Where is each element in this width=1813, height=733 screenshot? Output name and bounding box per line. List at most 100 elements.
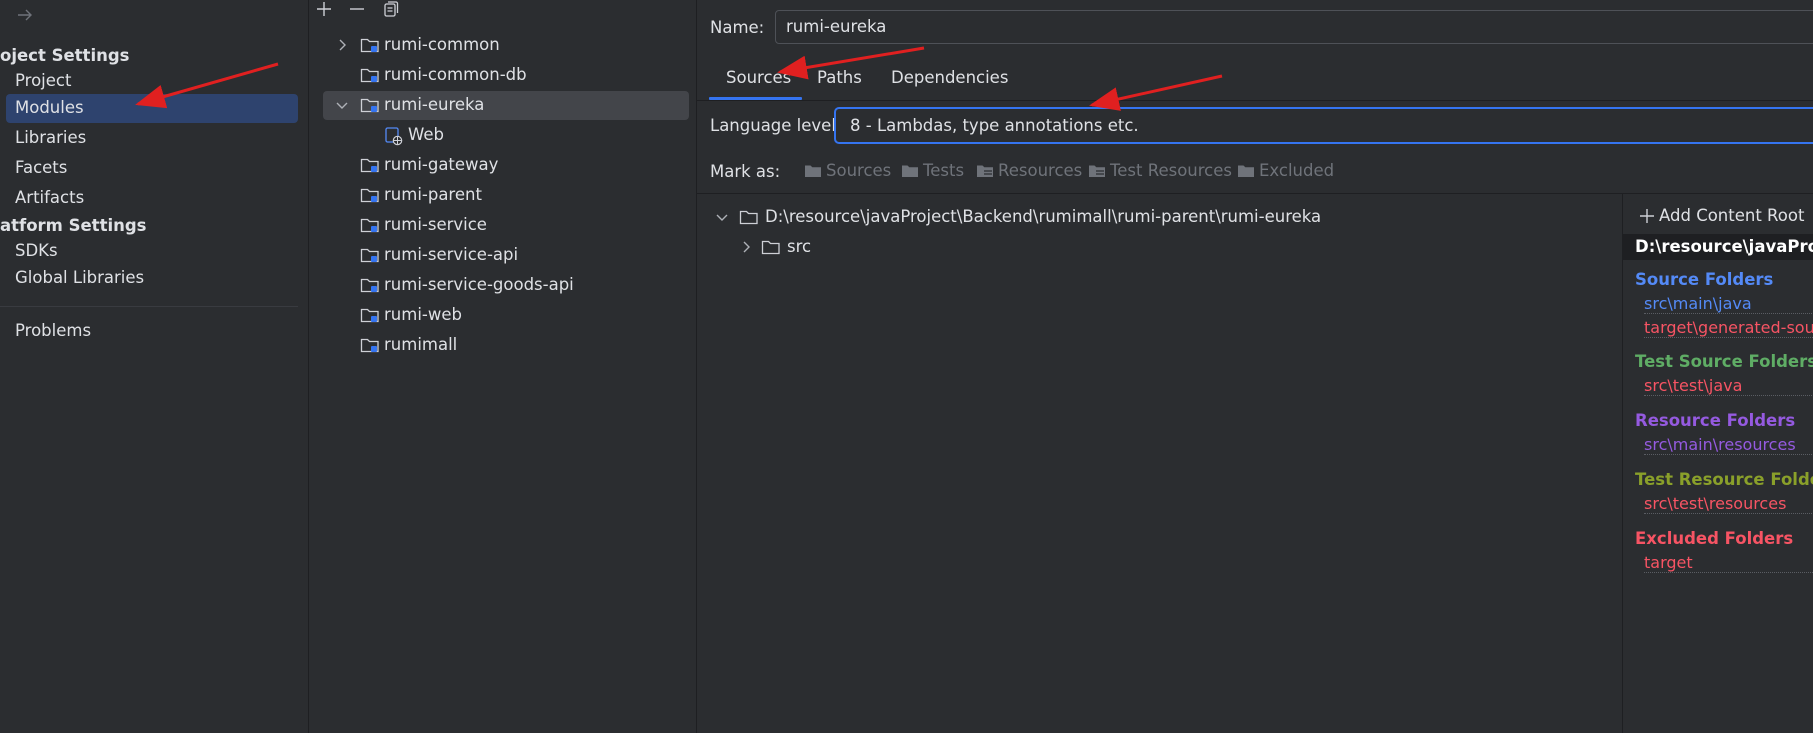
content-root-row[interactable]: D:\resource\javaProject\Backend\rumimall… xyxy=(715,203,1615,231)
tree-row-rumi-web[interactable]: rumi-web xyxy=(323,301,689,330)
tree-row-label: rumi-eureka xyxy=(384,95,485,114)
content-roots-pane: Add Content Root D:\resource\javaProje S… xyxy=(1622,194,1813,733)
folder-icon xyxy=(901,163,919,179)
content-root-header-path: D:\resource\javaProje xyxy=(1635,237,1813,256)
chevron-down-icon[interactable] xyxy=(335,98,349,112)
nav-item-global-libraries[interactable]: Global Libraries xyxy=(6,264,298,293)
module-folder-icon xyxy=(360,336,380,354)
plus-icon[interactable] xyxy=(315,0,333,18)
nav-item-label: Project xyxy=(15,71,72,90)
chevron-right-icon[interactable] xyxy=(335,38,349,52)
nav-item-project[interactable]: Project xyxy=(6,67,298,96)
tree-row-rumi-service-goods-api[interactable]: rumi-service-goods-api xyxy=(323,271,689,300)
nav-item-label: Artifacts xyxy=(15,188,85,207)
mark-as-label-text: Resources xyxy=(998,161,1083,180)
tab-dependencies[interactable]: Dependencies xyxy=(891,68,1008,87)
mark-as-label-text: Tests xyxy=(923,161,965,180)
folder-path: src\test\resources xyxy=(1644,494,1787,513)
content-child-label: src xyxy=(787,237,812,256)
tree-row-label: rumi-service-api xyxy=(384,245,519,264)
module-details-pane: Name: rumi-eureka Sources Paths Dependen… xyxy=(697,0,1813,733)
test-resource-folders-header: Test Resource Folders xyxy=(1635,470,1813,489)
tree-row-rumi-common[interactable]: rumi-common xyxy=(323,31,689,60)
module-folder-icon xyxy=(360,216,380,234)
nav-item-label: SDKs xyxy=(15,241,58,260)
web-facet-icon xyxy=(384,126,404,146)
content-tree: D:\resource\javaProject\Backend\rumimall… xyxy=(697,194,1622,733)
folder-path: src\test\java xyxy=(1644,376,1743,395)
nav-item-sdks[interactable]: SDKs xyxy=(6,237,298,266)
tree-row-label: rumi-common xyxy=(384,35,500,54)
tree-row-rumi-common-db[interactable]: rumi-common-db xyxy=(323,61,689,90)
folder-icon xyxy=(804,163,822,179)
module-folder-icon xyxy=(360,276,380,294)
tree-row-label: Web xyxy=(408,125,444,144)
module-folder-icon xyxy=(360,36,380,54)
minus-icon[interactable] xyxy=(348,0,366,18)
module-folder-icon xyxy=(360,66,380,84)
chevron-right-icon[interactable] xyxy=(739,240,753,254)
nav-item-label: Modules xyxy=(15,98,84,117)
test-resource-folder-item[interactable]: src\test\resources xyxy=(1644,494,1813,514)
tree-row-rumi-eureka[interactable]: rumi-eureka xyxy=(323,91,689,120)
nav-item-libraries[interactable]: Libraries xyxy=(6,124,298,153)
tree-row-rumi-gateway[interactable]: rumi-gateway xyxy=(323,151,689,180)
project-settings-header: oject Settings xyxy=(0,46,130,65)
settings-nav: oject Settings Project Modules Libraries… xyxy=(0,0,309,733)
tree-row-label: rumi-gateway xyxy=(384,155,499,174)
folder-icon xyxy=(739,208,759,226)
platform-settings-header: atform Settings xyxy=(0,216,147,235)
mark-as-resources-button[interactable]: Resources xyxy=(976,161,1086,183)
tree-row-rumi-service[interactable]: rumi-service xyxy=(323,211,689,240)
tree-row-label: rumi-service-goods-api xyxy=(384,275,574,294)
content-root-path: D:\resource\javaProject\Backend\rumimall… xyxy=(765,207,1322,226)
tree-row-label: rumi-service xyxy=(384,215,487,234)
test-source-folders-header: Test Source Folders xyxy=(1635,352,1813,371)
nav-item-label: Libraries xyxy=(15,128,87,147)
folder-path: src\main\resources xyxy=(1644,435,1796,454)
tree-row-rumi-service-api[interactable]: rumi-service-api xyxy=(323,241,689,270)
mark-as-label: Mark as: xyxy=(710,162,781,181)
arrow-right-icon[interactable] xyxy=(16,6,34,24)
nav-item-problems[interactable]: Problems xyxy=(6,317,298,346)
mark-as-excluded-button[interactable]: Excluded xyxy=(1237,161,1337,183)
tree-row-rumimall[interactable]: rumimall xyxy=(323,331,689,360)
content-child-row[interactable]: src xyxy=(739,233,939,261)
resource-folder-item[interactable]: src\main\resources xyxy=(1644,435,1813,455)
resource-folder-icon xyxy=(976,163,994,179)
mark-as-tests-button[interactable]: Tests xyxy=(901,161,971,183)
folder-path: src\main\java xyxy=(1644,294,1752,313)
module-folder-icon xyxy=(360,156,380,174)
mark-as-label-text: Sources xyxy=(826,161,892,180)
test-resource-folder-icon xyxy=(1088,163,1106,179)
nav-divider xyxy=(0,306,298,307)
tree-row-rumi-parent[interactable]: rumi-parent xyxy=(323,181,689,210)
content-root-header: D:\resource\javaProje xyxy=(1623,234,1813,260)
module-tree-pane: rumi-common rumi-common-db rumi-eureka W… xyxy=(309,0,697,733)
tab-sources[interactable]: Sources xyxy=(726,68,791,87)
excluded-folder-item[interactable]: target xyxy=(1644,553,1813,573)
language-level-label: Language level: xyxy=(710,116,842,135)
chevron-down-icon[interactable] xyxy=(715,210,729,224)
module-folder-icon xyxy=(360,246,380,264)
nav-item-artifacts[interactable]: Artifacts xyxy=(6,184,298,213)
tabs-divider xyxy=(697,100,1813,101)
mark-as-sources-button[interactable]: Sources xyxy=(804,161,894,183)
source-folder-item[interactable]: src\main\java xyxy=(1644,294,1813,314)
test-source-folder-item[interactable]: src\test\java xyxy=(1644,376,1813,396)
mark-as-test-resources-button[interactable]: Test Resources xyxy=(1088,161,1232,183)
resource-folders-header: Resource Folders xyxy=(1635,411,1796,430)
nav-item-label: Problems xyxy=(15,321,92,340)
module-name-input[interactable]: rumi-eureka xyxy=(775,10,1813,44)
generated-source-folder-item[interactable]: target\generated-sour xyxy=(1644,318,1813,338)
language-level-select[interactable]: 8 - Lambdas, type annotations etc. xyxy=(834,107,1813,144)
folder-path: target xyxy=(1644,553,1693,572)
tree-row-label: rumimall xyxy=(384,335,458,354)
tree-row-web-facet[interactable]: Web xyxy=(323,121,689,150)
tab-paths[interactable]: Paths xyxy=(817,68,862,87)
nav-item-modules[interactable]: Modules xyxy=(6,94,298,123)
nav-item-facets[interactable]: Facets xyxy=(6,154,298,183)
add-content-root-label: Add Content Root xyxy=(1659,206,1805,225)
nav-item-label: Global Libraries xyxy=(15,268,145,287)
copy-icon[interactable] xyxy=(382,0,400,18)
